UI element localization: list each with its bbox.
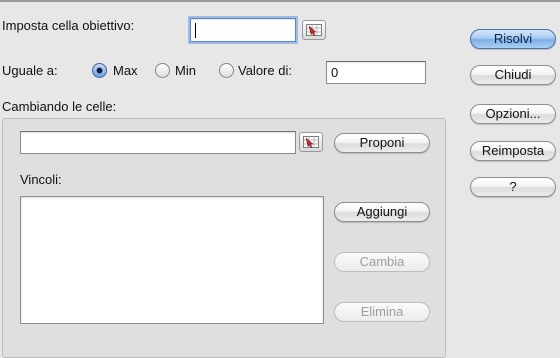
window-top-edge bbox=[0, 0, 560, 2]
options-button[interactable]: Opzioni... bbox=[470, 104, 556, 124]
delete-constraint-button[interactable]: Elimina bbox=[334, 302, 430, 322]
range-select-icon bbox=[306, 24, 322, 36]
text-caret bbox=[195, 23, 196, 38]
max-radio-label: Max bbox=[113, 63, 138, 78]
equal-to-label: Uguale a: bbox=[2, 63, 58, 78]
constraints-label: Vincoli: bbox=[20, 172, 62, 187]
help-button[interactable]: ? bbox=[470, 177, 556, 197]
target-cell-input[interactable] bbox=[190, 18, 296, 42]
changing-cells-collapse-button[interactable] bbox=[299, 132, 323, 152]
changing-cells-input[interactable] bbox=[20, 131, 296, 154]
reset-button[interactable]: Reimposta bbox=[470, 141, 556, 161]
max-radio[interactable] bbox=[92, 63, 107, 78]
add-constraint-button[interactable]: Aggiungi bbox=[334, 202, 430, 222]
changing-cells-label: Cambiando le celle: bbox=[2, 99, 117, 114]
min-radio-label: Min bbox=[175, 63, 196, 78]
range-select-icon bbox=[303, 136, 319, 148]
target-cell-label: Imposta cella obiettivo: bbox=[2, 18, 135, 33]
value-of-radio[interactable] bbox=[219, 63, 234, 78]
guess-button[interactable]: Proponi bbox=[334, 133, 430, 153]
value-of-input[interactable]: 0 bbox=[326, 61, 426, 84]
constraints-list[interactable] bbox=[20, 196, 324, 324]
value-of-radio-label: Valore di: bbox=[238, 63, 292, 78]
solve-button[interactable]: Risolvi bbox=[470, 29, 556, 49]
min-radio[interactable] bbox=[155, 63, 170, 78]
change-constraint-button[interactable]: Cambia bbox=[334, 252, 430, 272]
target-cell-collapse-button[interactable] bbox=[302, 20, 326, 40]
close-button[interactable]: Chiudi bbox=[470, 65, 556, 85]
